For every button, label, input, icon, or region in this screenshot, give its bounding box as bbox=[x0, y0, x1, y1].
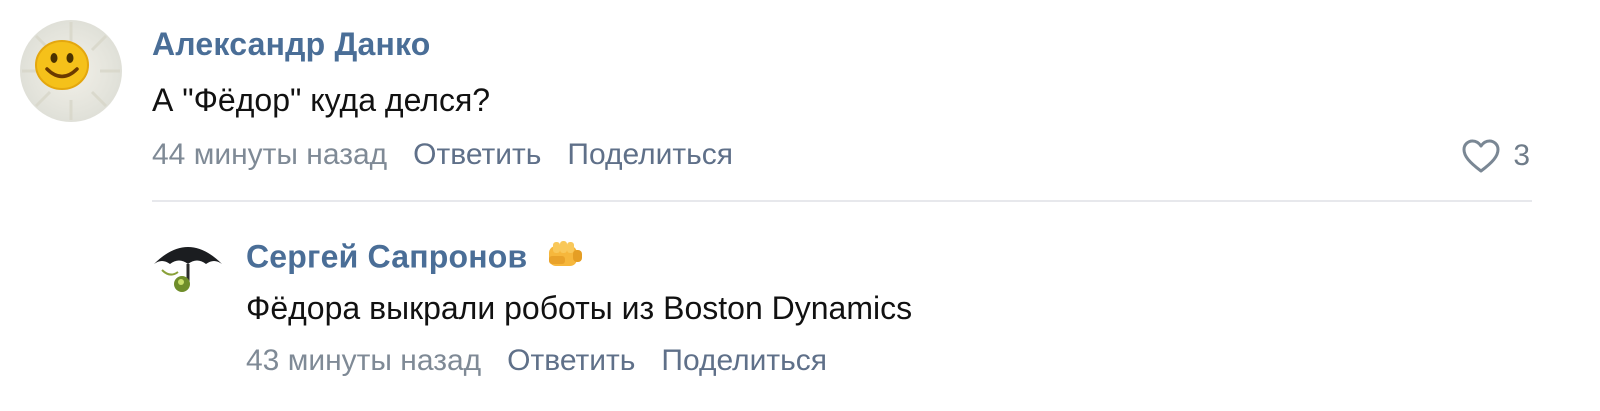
avatar[interactable] bbox=[20, 20, 122, 122]
reply-button[interactable]: Ответить bbox=[507, 344, 635, 378]
smiley-sun-avatar-icon bbox=[22, 22, 120, 120]
reply-button[interactable]: Ответить bbox=[413, 138, 541, 172]
reply-meta: 43 минуты назад Ответить Поделиться bbox=[246, 344, 853, 378]
share-button[interactable]: Поделиться bbox=[661, 344, 827, 378]
comment-meta: 44 минуты назад Ответить Поделиться bbox=[152, 138, 759, 172]
comment: Александр Данко А "Фёдор" куда делся? 44… bbox=[0, 0, 1600, 200]
share-button[interactable]: Поделиться bbox=[567, 138, 733, 172]
like-count: 3 bbox=[1513, 139, 1530, 172]
reply-comment: Сергей Сапронов Фёдора выкрали роботы из… bbox=[0, 200, 1600, 411]
umbrella-avatar-icon bbox=[152, 226, 224, 298]
comment-author[interactable]: Александр Данко bbox=[152, 26, 431, 63]
comment-text: А "Фёдор" куда делся? bbox=[152, 82, 491, 118]
reply-author-name[interactable]: Сергей Сапронов bbox=[246, 238, 527, 274]
comment-time[interactable]: 44 минуты назад bbox=[152, 138, 387, 172]
heart-icon bbox=[1462, 139, 1500, 173]
like-button[interactable]: 3 bbox=[1461, 138, 1530, 174]
reply-author[interactable]: Сергей Сапронов bbox=[246, 238, 585, 280]
fist-emoji-icon bbox=[545, 238, 585, 280]
reply-time[interactable]: 43 минуты назад bbox=[246, 344, 481, 378]
reply-text: Фёдора выкрали роботы из Boston Dynamics bbox=[246, 290, 913, 326]
avatar[interactable] bbox=[152, 226, 224, 298]
